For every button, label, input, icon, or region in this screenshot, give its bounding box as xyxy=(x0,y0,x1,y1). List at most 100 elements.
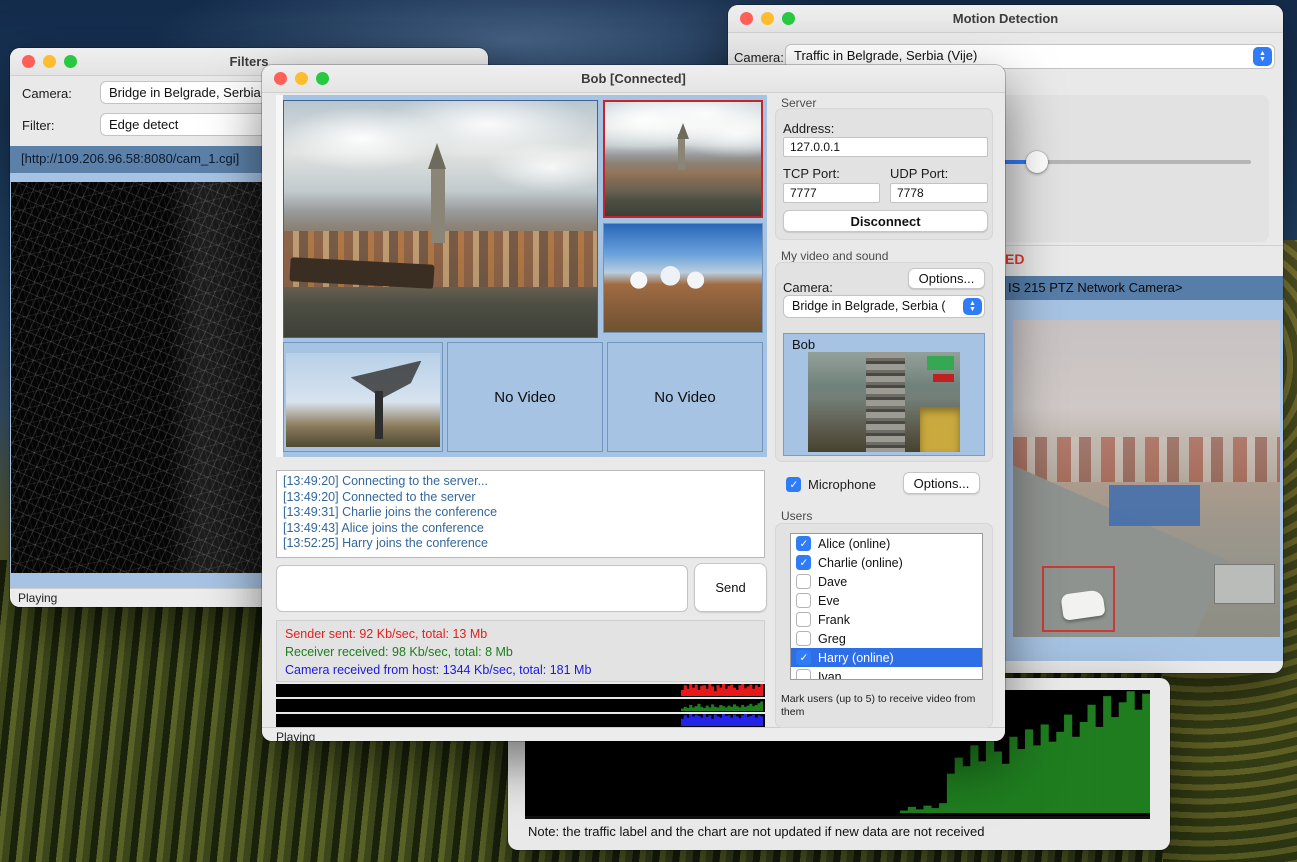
address-label: Address: xyxy=(783,121,834,136)
video-cell-selected[interactable] xyxy=(603,100,763,218)
user-checkbox[interactable] xyxy=(796,593,811,608)
camera-select-value: Traffic in Belgrade, Serbia (Vije) xyxy=(794,48,977,63)
bob-conference-window: Bob [Connected] No Video No Video [13 xyxy=(262,65,1005,741)
chat-log[interactable]: [13:49:20] Connecting to the server...[1… xyxy=(276,470,765,558)
motion-detection-rectangle xyxy=(1042,566,1115,632)
chat-line: [13:49:43] Alice joins the conference xyxy=(283,521,758,537)
bridge-traffic-video xyxy=(808,352,960,452)
bob-titlebar[interactable]: Bob [Connected] xyxy=(262,65,1005,93)
detected-car xyxy=(1060,589,1105,621)
tcp-port-input[interactable] xyxy=(783,183,880,203)
kiosk xyxy=(1109,485,1200,526)
user-name: Eve xyxy=(818,594,840,608)
my-camera-select[interactable]: Bridge in Belgrade, Serbia ( ▲▼ xyxy=(783,295,985,318)
microphone-options-button[interactable]: Options... xyxy=(903,472,980,494)
tcp-port-label: TCP Port: xyxy=(783,166,840,181)
stats-panel: Sender sent: 92 Kb/sec, total: 13 MbRece… xyxy=(276,620,765,682)
edge-detect-video xyxy=(11,182,263,573)
user-checkbox[interactable] xyxy=(796,650,811,665)
video-cell-observatory[interactable] xyxy=(603,223,763,333)
tv-logo xyxy=(927,356,954,370)
users-listbox[interactable]: Alice (online) Charlie (online) Dave Eve Fra… xyxy=(790,533,983,680)
video-grid: No Video No Video xyxy=(283,95,767,457)
stat-line: Camera received from host: 1344 Kb/sec, … xyxy=(285,661,756,679)
user-row[interactable]: Dave xyxy=(791,572,982,591)
microphone-checkbox[interactable] xyxy=(786,477,801,492)
status-bar: Playing xyxy=(262,727,1005,741)
motion-status-label: ED xyxy=(1005,251,1024,267)
my-video-preview: Bob xyxy=(783,333,985,456)
camera-label: Camera: xyxy=(22,86,72,101)
user-name: Dave xyxy=(818,575,847,589)
message-input[interactable] xyxy=(276,565,688,612)
udp-port-input[interactable] xyxy=(890,183,988,203)
user-checkbox[interactable] xyxy=(796,555,811,570)
user-row[interactable]: Alice (online) xyxy=(791,534,982,553)
filter-label: Filter: xyxy=(22,118,55,133)
grid-margin xyxy=(276,95,283,457)
user-name: Ivan xyxy=(818,670,842,681)
users-group-label: Users xyxy=(781,509,812,523)
user-checkbox[interactable] xyxy=(796,574,811,589)
no-video-label: No Video xyxy=(654,389,715,406)
telescope-dish xyxy=(351,361,422,399)
users-hint: Mark users (up to 5) to receive video fr… xyxy=(781,693,989,719)
tv-logo-red xyxy=(933,374,954,382)
user-row[interactable]: Harry (online) xyxy=(791,648,982,667)
user-row[interactable]: Eve xyxy=(791,591,982,610)
user-row[interactable]: Charlie (online) xyxy=(791,553,982,572)
disconnect-button[interactable]: Disconnect xyxy=(783,210,988,232)
user-checkbox[interactable] xyxy=(796,536,811,551)
user-checkbox[interactable] xyxy=(796,612,811,627)
user-checkbox[interactable] xyxy=(796,669,811,680)
user-name: Harry (online) xyxy=(818,651,894,665)
camera-label: Camera: xyxy=(734,50,784,65)
my-video-group-label: My video and sound xyxy=(781,249,888,263)
church-tower xyxy=(431,167,445,243)
user-row[interactable]: Frank xyxy=(791,610,982,629)
church-spire xyxy=(677,123,689,139)
preview-user-name: Bob xyxy=(792,337,815,352)
user-row[interactable]: Ivan xyxy=(791,667,982,680)
user-name: Alice (online) xyxy=(818,537,890,551)
my-camera-select-value: Bridge in Belgrade, Serbia ( xyxy=(792,299,946,313)
radio-telescope-video xyxy=(286,353,440,447)
user-checkbox[interactable] xyxy=(796,631,811,646)
traffic-camera-video xyxy=(1013,320,1280,637)
video-cell-telescope[interactable] xyxy=(283,342,443,452)
receiver-audio-bar xyxy=(276,699,765,712)
no-video-label: No Video xyxy=(494,389,555,406)
chat-line: [13:52:25] Harry joins the conference xyxy=(283,536,758,552)
bridge-road xyxy=(866,352,906,452)
church-tower xyxy=(678,134,685,170)
camera-options-button[interactable]: Options... xyxy=(908,268,985,289)
window-title: Motion Detection xyxy=(728,11,1283,26)
send-button[interactable]: Send xyxy=(694,563,767,612)
telescope-mast xyxy=(375,391,383,440)
stat-line: Receiver received: 98 Kb/sec, total: 8 M… xyxy=(285,643,756,661)
chat-line: [13:49:20] Connecting to the server... xyxy=(283,474,758,490)
camera-label: Camera: xyxy=(783,280,833,295)
user-name: Frank xyxy=(818,613,850,627)
motion-titlebar[interactable]: Motion Detection xyxy=(728,5,1283,33)
sensitivity-slider[interactable] xyxy=(1026,151,1048,173)
truck xyxy=(1214,564,1275,604)
video-cell-empty-2[interactable]: No Video xyxy=(607,342,763,452)
udp-port-label: UDP Port: xyxy=(890,166,948,181)
user-row[interactable]: Greg xyxy=(791,629,982,648)
chart-note: Note: the traffic label and the chart ar… xyxy=(528,824,985,839)
church-spire xyxy=(428,143,446,169)
houses xyxy=(1013,437,1280,481)
sender-audio-bar xyxy=(276,684,765,697)
user-name: Greg xyxy=(818,632,846,646)
chevron-up-down-icon: ▲▼ xyxy=(1253,47,1272,66)
video-cell-empty-1[interactable]: No Video xyxy=(447,342,603,452)
yellow-building xyxy=(920,407,960,452)
camera-traffic-bar xyxy=(276,714,765,727)
window-title: Bob [Connected] xyxy=(262,71,1005,86)
chat-line: [13:49:20] Connected to the server xyxy=(283,490,758,506)
address-input[interactable] xyxy=(783,137,988,157)
chevron-up-down-icon: ▲▼ xyxy=(963,298,982,315)
video-cell-main[interactable] xyxy=(283,100,598,338)
stat-line: Sender sent: 92 Kb/sec, total: 13 Mb xyxy=(285,625,756,643)
